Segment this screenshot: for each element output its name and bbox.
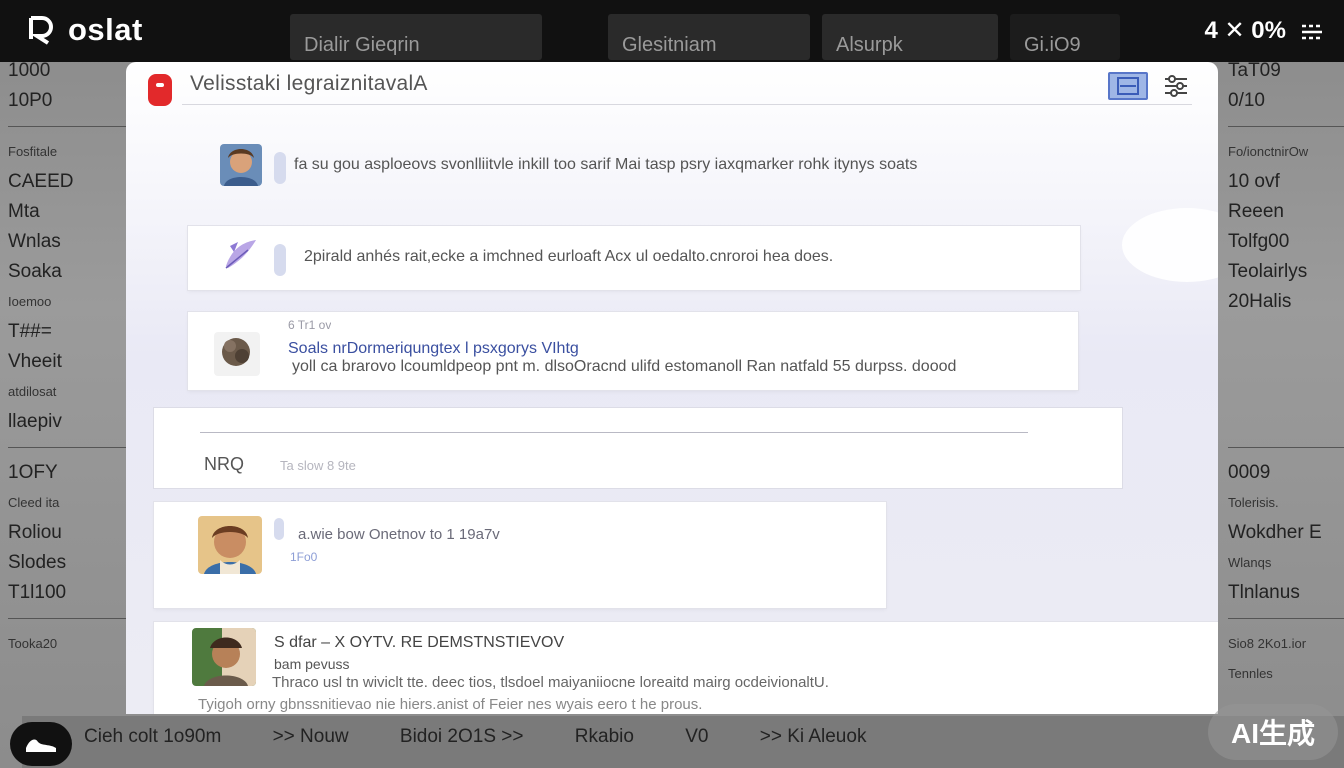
status-indicator: 4 ✕ 0% <box>1204 17 1286 44</box>
right-item[interactable]: 0/10 <box>1228 86 1344 116</box>
right-item[interactable]: Wokdher E <box>1228 518 1344 548</box>
divider <box>1228 126 1344 127</box>
comment-meta: 1Fo0 <box>290 550 318 564</box>
left-item[interactable]: 10P0 <box>8 86 128 116</box>
left-item[interactable]: Vheeit <box>8 347 128 377</box>
message-meta: 6 Tr1 ov <box>288 318 332 332</box>
message-card[interactable]: 2pirald anhés rait,ecke a imchned eurloa… <box>188 226 1080 290</box>
home-button[interactable] <box>10 722 72 766</box>
left-item[interactable]: 1OFY <box>8 458 128 488</box>
menu-icon[interactable] <box>1298 18 1326 46</box>
top-tab-1[interactable]: Dialir Gieqrin <box>290 14 542 60</box>
right-item: Fo/ionctnirOw <box>1228 144 1309 159</box>
left-item[interactable]: 1000 <box>8 56 128 86</box>
message-title: Soals nrDormeriqungtex l psxgorys VIhtg <box>288 340 579 357</box>
right-item[interactable]: Tolfg00 <box>1228 227 1344 257</box>
top-tab-3[interactable]: Alsurpk <box>822 14 998 60</box>
brand-logo-icon <box>28 15 54 45</box>
avatar <box>214 332 260 376</box>
feather-icon <box>220 236 262 272</box>
right-item: Wlanqs <box>1228 555 1272 570</box>
left-item[interactable]: Mta <box>8 197 128 227</box>
right-item: Sio8 2Ko1.ior <box>1228 636 1307 651</box>
divider <box>8 126 128 127</box>
divider <box>8 447 128 448</box>
message-row[interactable]: fa su gou asploeovs svonlliitvle inkill … <box>220 144 1160 188</box>
divider <box>1228 447 1344 448</box>
left-item[interactable]: Wnlas <box>8 227 128 257</box>
left-item[interactable]: T1l100 <box>8 578 128 608</box>
message-card[interactable]: 6 Tr1 ov Soals nrDormeriqungtex l psxgor… <box>188 312 1078 390</box>
post-card[interactable]: S dfar – X OYTV. RE DEMSTNSTIEVOV bam pe… <box>154 622 1218 714</box>
left-item[interactable]: CAEED <box>8 167 128 197</box>
right-item[interactable]: Teolairlys <box>1228 257 1344 287</box>
message-marker <box>274 244 286 276</box>
avatar <box>220 144 262 186</box>
bottom-item[interactable]: >> Nouw <box>273 726 349 747</box>
message-marker <box>274 152 286 184</box>
comment-card[interactable]: a.wie bow Onetnov to 1 19a7v 1Fo0 <box>154 502 886 608</box>
left-item[interactable]: Slodes <box>8 548 128 578</box>
post-body-line: Tyigoh orny gbnssnitievao nie hiers.anis… <box>198 696 703 713</box>
divider <box>1228 618 1344 619</box>
right-item: Tennles <box>1228 666 1273 681</box>
bottom-item[interactable]: V0 <box>685 726 708 747</box>
brand-name: oslat <box>68 12 143 47</box>
reply-box[interactable]: NRQ Ta slow 8 9te <box>154 408 1122 488</box>
right-item[interactable]: Reeen <box>1228 197 1344 227</box>
image-icon[interactable] <box>1108 72 1148 100</box>
message-text: 2pirald anhés rait,ecke a imchned eurloa… <box>304 248 834 265</box>
post-title: S dfar – X OYTV. RE DEMSTNSTIEVOV <box>274 634 565 651</box>
ai-generated-watermark: AI生成 <box>1208 704 1338 760</box>
reply-label: NRQ <box>204 454 244 474</box>
panel-header: Velisstaki legraiznitavalA <box>126 62 1218 106</box>
reply-divider <box>200 432 1028 433</box>
right-sidebar: TaT09 0/10 Fo/ionctnirOw 10 ovf Reeen To… <box>1228 56 1344 689</box>
left-item[interactable]: Soaka <box>8 257 128 287</box>
left-item: atdilosat <box>8 384 57 399</box>
right-item[interactable]: Tlnlanus <box>1228 578 1344 608</box>
left-item: Cleed ita <box>8 495 60 510</box>
left-item: Fosfitale <box>8 144 58 159</box>
record-icon[interactable] <box>148 74 172 106</box>
shoe-icon <box>26 739 56 752</box>
message-text: fa su gou asploeovs svonlliitvle inkill … <box>294 156 918 173</box>
left-item: Tooka20 <box>8 636 58 651</box>
top-bar: oslat Dialir Gieqrin Glesitniam Alsurpk … <box>0 0 1344 62</box>
bottom-bar: Cieh colt 1o90m >> Nouw Bidoi 2O1S >> Rk… <box>22 716 1344 768</box>
bottom-item[interactable]: Cieh colt 1o90m <box>84 726 221 747</box>
left-item: Ioemoo <box>8 294 52 309</box>
left-sidebar: 1000 10P0 Fosfitale CAEED Mta Wnlas Soak… <box>8 56 128 659</box>
right-item[interactable]: 10 ovf <box>1228 167 1344 197</box>
avatar <box>198 516 262 574</box>
light-glow <box>1122 208 1218 282</box>
header-divider <box>182 104 1192 105</box>
left-item[interactable]: llaepiv <box>8 407 128 437</box>
divider <box>8 618 128 619</box>
post-body-line: Thraco usl tn wiviclt tte. deec tios, tl… <box>272 674 829 691</box>
brand[interactable]: oslat <box>28 12 143 48</box>
right-item[interactable]: 0009 <box>1228 458 1344 488</box>
left-item[interactable]: Roliou <box>8 518 128 548</box>
panel-title: Velisstaki legraiznitavalA <box>190 72 428 95</box>
comment-text: a.wie bow Onetnov to 1 19a7v <box>298 526 500 543</box>
bottom-item[interactable]: >> Ki Aleuok <box>760 726 867 747</box>
top-tab-4[interactable]: Gi.iO9 <box>1010 14 1120 60</box>
message-marker <box>274 518 284 540</box>
top-tab-2[interactable]: Glesitniam <box>608 14 810 60</box>
post-subtitle: bam pevuss <box>274 656 350 672</box>
left-item[interactable]: T##= <box>8 317 128 347</box>
right-item: Tolerisis. <box>1228 495 1279 510</box>
bottom-item[interactable]: Rkabio <box>575 726 634 747</box>
right-item[interactable]: 20Halis <box>1228 287 1344 317</box>
avatar <box>192 628 256 686</box>
right-item[interactable]: TaT09 <box>1228 56 1344 86</box>
message-text: yoll ca brarovo lcoumldpeop pnt m. dlsoO… <box>292 358 957 375</box>
conversation-panel: Velisstaki legraiznitavalA fa su gou asp… <box>126 62 1218 714</box>
reply-placeholder: Ta slow 8 9te <box>280 458 356 473</box>
settings-sliders-icon[interactable] <box>1162 72 1190 100</box>
bottom-item[interactable]: Bidoi 2O1S >> <box>400 726 524 747</box>
